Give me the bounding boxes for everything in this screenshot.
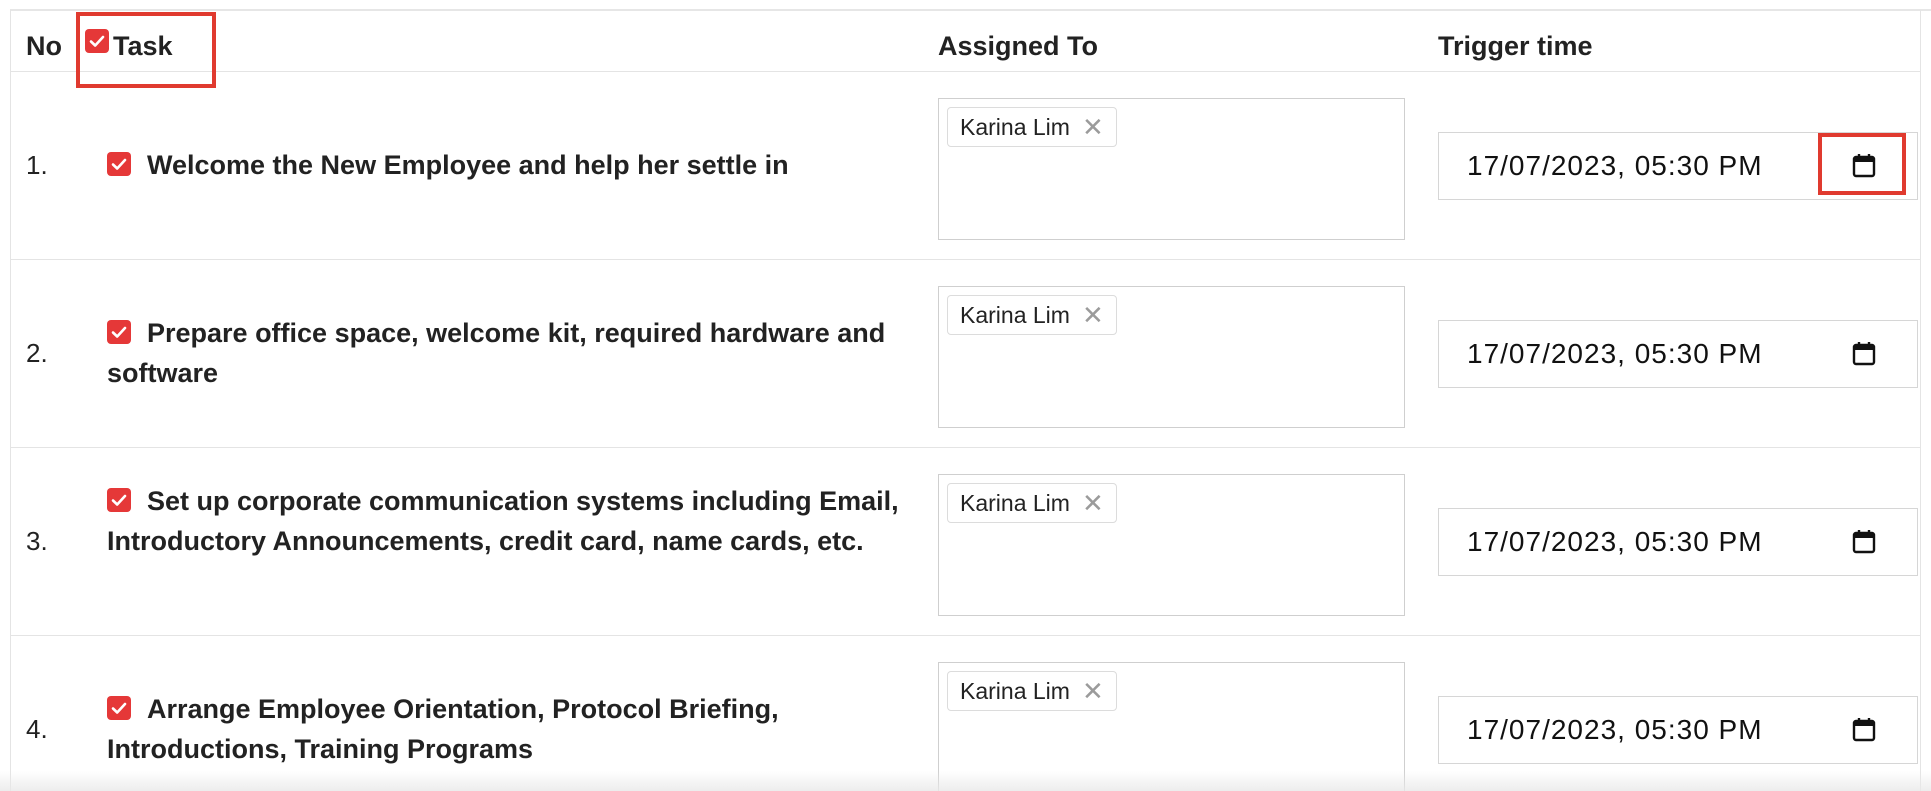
header-trigger-time: Trigger time [1438,31,1593,61]
task-cell: Welcome the New Employee and help her se… [107,145,907,185]
trigger-time-input[interactable]: 17/07/2023, 05:30 PM [1438,320,1918,388]
calendar-icon[interactable] [1847,713,1881,747]
row-number: 1. [26,150,48,180]
task-label: Welcome the New Employee and help her se… [147,150,789,180]
task-cell: Set up corporate communication systems i… [107,481,907,561]
table-header: No Task Assigned To Trigger time [10,10,1921,72]
bottom-fade [0,771,1931,791]
trigger-time-input[interactable]: 17/07/2023, 05:30 PM [1438,132,1918,200]
row-number: 3. [26,526,48,556]
assignee-name: Karina Lim [960,677,1070,704]
checkbox-checked-icon [111,494,127,506]
assignee-tag: Karina Lim ✕ [947,483,1117,523]
assignee-tag: Karina Lim ✕ [947,107,1117,147]
assignee-name: Karina Lim [960,489,1070,516]
assignee-tag: Karina Lim ✕ [947,295,1117,335]
close-icon[interactable]: ✕ [1082,678,1104,704]
trigger-time-input[interactable]: 17/07/2023, 05:30 PM [1438,508,1918,576]
close-icon[interactable]: ✕ [1082,114,1104,140]
task-checkbox[interactable] [107,320,131,344]
task-cell: Arrange Employee Orientation, Protocol B… [107,689,907,769]
trigger-time-value: 17/07/2023, 05:30 PM [1467,338,1763,369]
calendar-icon[interactable] [1847,337,1881,371]
table-row: 1. Welcome the New Employee and help her… [10,72,1921,260]
task-label: Prepare office space, welcome kit, requi… [107,318,886,388]
assignee-name: Karina Lim [960,301,1070,328]
row-number: 4. [26,714,48,744]
trigger-time-value: 17/07/2023, 05:30 PM [1467,714,1763,745]
table-row: 2. Prepare office space, welcome kit, re… [10,260,1921,448]
header-task: Task [113,31,173,61]
header-no: No [26,31,62,61]
row-number: 2. [26,338,48,368]
trigger-time-input[interactable]: 17/07/2023, 05:30 PM [1438,696,1918,764]
checkbox-checked-icon [89,35,105,47]
checkbox-checked-icon [111,702,127,714]
header-assigned-to: Assigned To [938,31,1099,61]
task-checkbox[interactable] [107,696,131,720]
assignee-name: Karina Lim [960,113,1070,140]
task-table-view: No Task Assigned To Trigger time 1. Welc… [0,0,1931,791]
trigger-time-value: 17/07/2023, 05:30 PM [1467,526,1763,557]
calendar-icon[interactable] [1847,525,1881,559]
task-checkbox[interactable] [107,152,131,176]
checkbox-checked-icon [111,326,127,338]
checkbox-checked-icon [111,158,127,170]
close-icon[interactable]: ✕ [1082,490,1104,516]
calendar-icon[interactable] [1847,149,1881,183]
assignee-field[interactable]: Karina Lim ✕ [938,286,1405,428]
task-checkbox[interactable] [107,488,131,512]
task-label: Arrange Employee Orientation, Protocol B… [107,694,779,764]
assignee-field[interactable]: Karina Lim ✕ [938,98,1405,240]
close-icon[interactable]: ✕ [1082,302,1104,328]
task-label: Set up corporate communication systems i… [107,486,899,556]
table-row: 4. Arrange Employee Orientation, Protoco… [10,636,1921,791]
select-all-checkbox[interactable] [85,29,109,53]
assignee-tag: Karina Lim ✕ [947,671,1117,711]
assignee-field[interactable]: Karina Lim ✕ [938,474,1405,616]
table-row: 3. Set up corporate communication system… [10,448,1921,636]
task-cell: Prepare office space, welcome kit, requi… [107,313,907,393]
trigger-time-value: 17/07/2023, 05:30 PM [1467,150,1763,181]
